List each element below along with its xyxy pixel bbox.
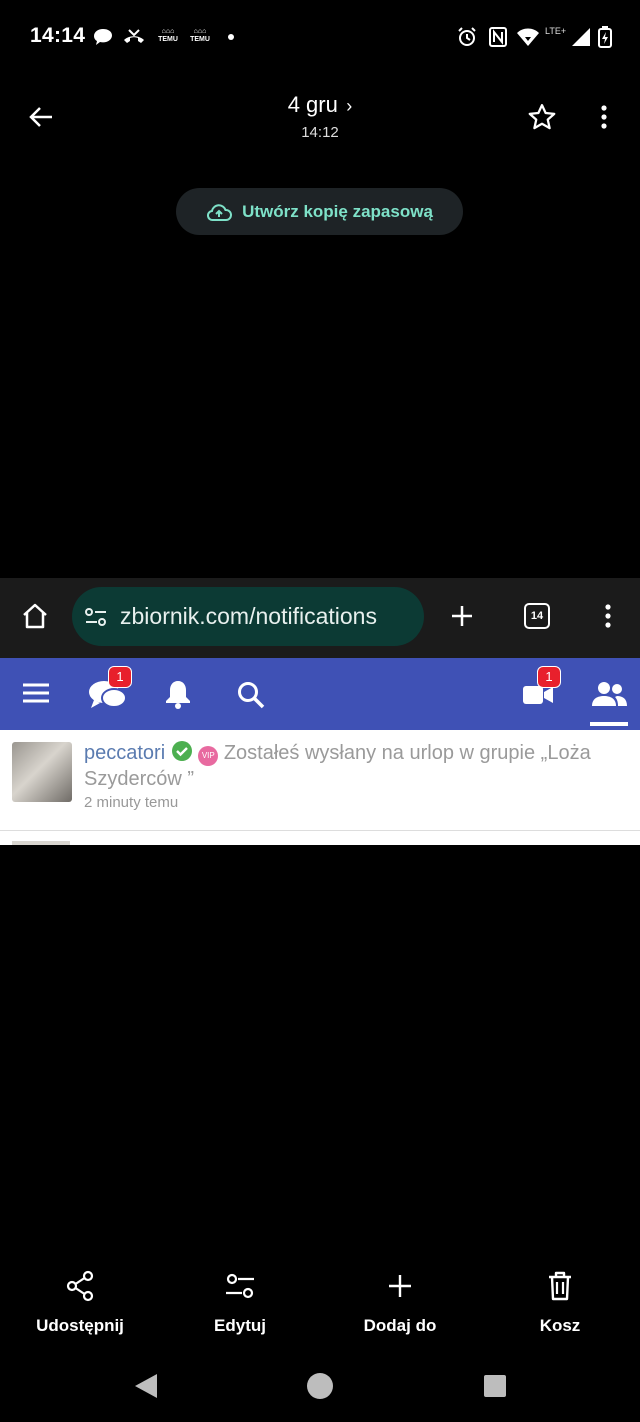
edit-button[interactable]: Edytuj <box>170 1270 310 1336</box>
chat-badge: 1 <box>108 666 132 688</box>
cloud-upload-icon <box>207 203 233 221</box>
missed-call-icon <box>124 29 144 43</box>
tune-icon <box>226 1273 254 1299</box>
battery-icon <box>598 26 612 48</box>
star-outline-icon[interactable] <box>527 102 557 132</box>
hamburger-menu-icon <box>23 683 49 703</box>
add-to-button[interactable]: Dodaj do <box>330 1270 470 1336</box>
verified-icon <box>171 741 192 761</box>
nav-back-icon[interactable] <box>133 1372 159 1400</box>
vip-badge: VIP <box>198 746 219 766</box>
status-time: 14:14 <box>30 24 86 47</box>
wifi-icon <box>517 28 539 46</box>
chat-bubble-icon <box>94 29 112 45</box>
backup-label: Utwórz kopię zapasową <box>242 201 433 221</box>
site-navbar: 1 1 <box>0 658 640 730</box>
new-tab-icon <box>452 606 472 626</box>
more-vert-icon <box>605 604 611 628</box>
home-icon <box>23 603 47 629</box>
trash-icon <box>549 1271 571 1301</box>
users-icon <box>592 682 627 706</box>
next-item-avatar <box>12 841 70 845</box>
edit-label: Edytuj <box>214 1316 266 1335</box>
plus-icon <box>389 1275 411 1297</box>
avatar <box>12 742 72 802</box>
add-to-label: Dodaj do <box>363 1316 437 1335</box>
active-tab-indicator <box>590 722 628 726</box>
nfc-icon <box>489 27 507 47</box>
notification-time: 2 minuty temu <box>84 794 179 811</box>
nav-recents-icon[interactable] <box>483 1374 507 1398</box>
bell-icon <box>166 681 190 709</box>
site-settings-icon <box>85 607 106 626</box>
search-icon <box>238 682 265 709</box>
dot-icon <box>228 34 234 40</box>
browser-toolbar: zbiornik.com/notifications 14 <box>0 578 640 658</box>
backup-button[interactable]: Utwórz kopię zapasową <box>176 188 463 235</box>
notification-item: peccatori VIP Zostałeś wysłany na urlop … <box>0 730 640 831</box>
alarm-icon <box>458 27 476 46</box>
trash-label: Kosz <box>539 1316 581 1335</box>
url-bar: zbiornik.com/notifications <box>72 587 424 646</box>
notification-text: peccatori VIP Zostałeś wysłany na urlop … <box>84 740 629 792</box>
screenshot-image: zbiornik.com/notifications 14 1 1 peccat… <box>0 578 640 845</box>
notification-username: peccatori <box>84 742 166 764</box>
chevron-right-icon: › <box>346 96 353 116</box>
temu-icon: ⌂⌂⌂ TEMU <box>190 28 210 43</box>
more-vert-icon[interactable] <box>598 104 610 130</box>
url-text: zbiornik.com/notifications <box>120 603 377 629</box>
video-badge: 1 <box>537 666 561 688</box>
network-label: LTE+ <box>545 26 567 36</box>
share-button[interactable]: Udostępnij <box>10 1270 150 1336</box>
temu-icon: ⌂⌂⌂ TEMU <box>158 28 178 43</box>
nav-home-icon[interactable] <box>306 1372 334 1400</box>
share-label: Udostępnij <box>36 1316 124 1335</box>
share-icon <box>66 1270 94 1302</box>
lte-signal-icon <box>572 28 590 46</box>
trash-button[interactable]: Kosz <box>490 1270 630 1336</box>
tab-count: 14 <box>524 603 550 629</box>
